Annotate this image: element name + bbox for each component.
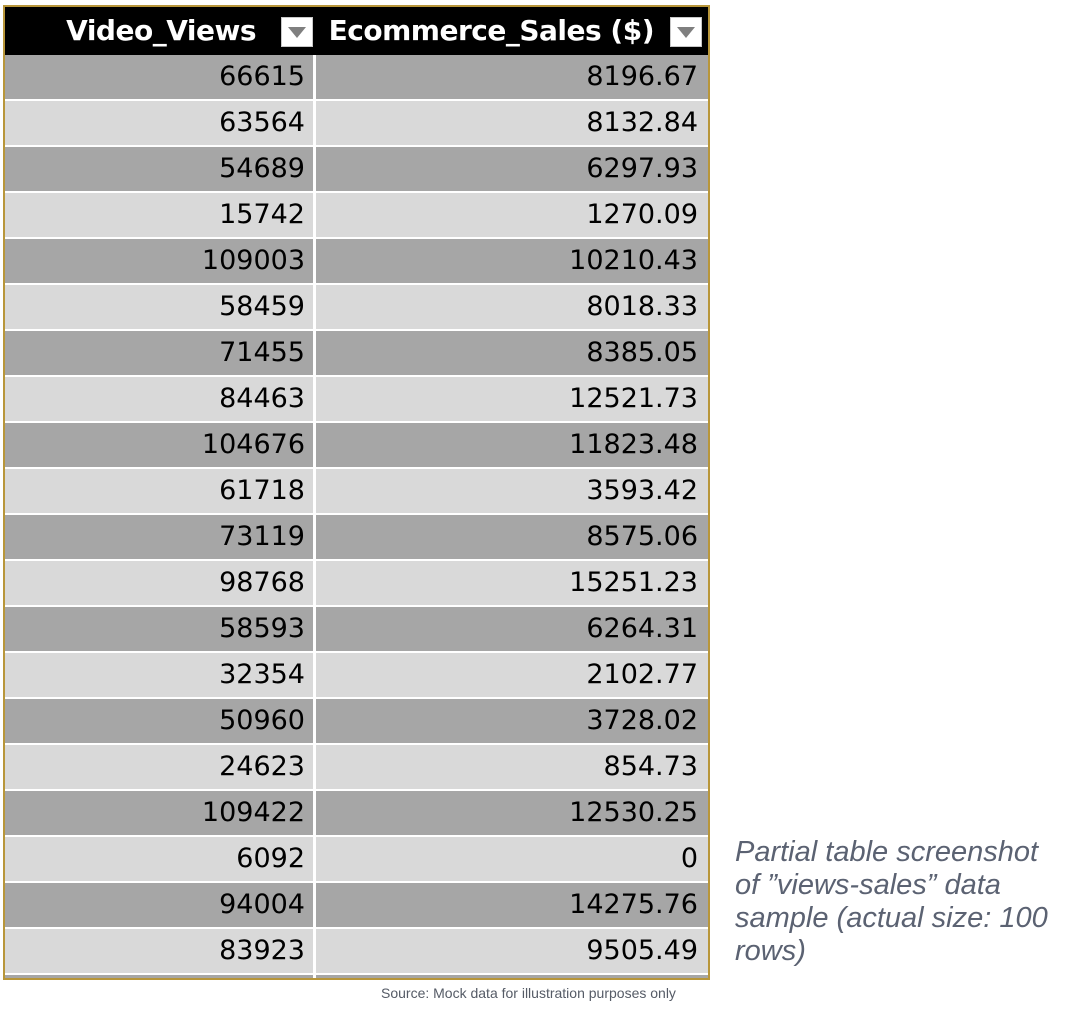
cell-video-views[interactable]: 94004 [5,883,316,927]
cell-ecommerce-sales[interactable]: 10210.43 [316,239,708,283]
cell-partial [5,975,316,978]
cell-ecommerce-sales[interactable]: 11823.48 [316,423,708,467]
dropdown-arrow-icon [288,27,306,38]
table-row[interactable]: 6092 0 [5,837,708,883]
cell-ecommerce-sales[interactable]: 8385.05 [316,331,708,375]
cell-video-views[interactable]: 15742 [5,193,316,237]
cell-ecommerce-sales[interactable]: 8196.67 [316,55,708,99]
table-row[interactable]: 32354 2102.77 [5,653,708,699]
cell-partial [316,975,708,978]
cell-video-views[interactable]: 109422 [5,791,316,835]
cell-ecommerce-sales[interactable]: 8018.33 [316,285,708,329]
table-row[interactable]: 71455 8385.05 [5,331,708,377]
table-row[interactable]: 58593 6264.31 [5,607,708,653]
table-row[interactable]: 15742 1270.09 [5,193,708,239]
cell-ecommerce-sales[interactable]: 2102.77 [316,653,708,697]
cell-ecommerce-sales[interactable]: 8132.84 [316,101,708,145]
table-row[interactable]: 24623 854.73 [5,745,708,791]
cell-ecommerce-sales[interactable]: 8575.06 [316,515,708,559]
cell-video-views[interactable]: 6092 [5,837,316,881]
cell-video-views[interactable]: 98768 [5,561,316,605]
cell-ecommerce-sales[interactable]: 0 [316,837,708,881]
cell-video-views[interactable]: 58459 [5,285,316,329]
cell-video-views[interactable]: 50960 [5,699,316,743]
cell-video-views[interactable]: 73119 [5,515,316,559]
column-header-video-views[interactable]: Video_Views [5,7,316,55]
cell-video-views[interactable]: 58593 [5,607,316,651]
cell-video-views[interactable]: 84463 [5,377,316,421]
cell-video-views[interactable]: 32354 [5,653,316,697]
data-table: Video_Views Ecommerce_Sales ($) 66615 819… [3,5,710,980]
cell-ecommerce-sales[interactable]: 15251.23 [316,561,708,605]
cell-ecommerce-sales[interactable]: 12530.25 [316,791,708,835]
cell-video-views[interactable]: 24623 [5,745,316,789]
table-row[interactable]: 109003 10210.43 [5,239,708,285]
cell-ecommerce-sales[interactable]: 1270.09 [316,193,708,237]
cell-video-views[interactable]: 61718 [5,469,316,513]
cell-ecommerce-sales[interactable]: 854.73 [316,745,708,789]
cell-ecommerce-sales[interactable]: 14275.76 [316,883,708,927]
cell-ecommerce-sales[interactable]: 12521.73 [316,377,708,421]
filter-dropdown-button[interactable] [670,17,702,47]
cell-video-views[interactable]: 54689 [5,147,316,191]
table-body: 66615 8196.67 63564 8132.84 54689 6297.93 1574… [5,55,708,978]
cell-ecommerce-sales[interactable]: 3593.42 [316,469,708,513]
table-row[interactable]: 94004 14275.76 [5,883,708,929]
filter-dropdown-button[interactable] [281,17,313,47]
cell-video-views[interactable]: 104676 [5,423,316,467]
cell-video-views[interactable]: 63564 [5,101,316,145]
table-row[interactable]: 50960 3728.02 [5,699,708,745]
table-row[interactable]: 73119 8575.06 [5,515,708,561]
table-row[interactable]: 98768 15251.23 [5,561,708,607]
cell-video-views[interactable]: 83923 [5,929,316,973]
table-row[interactable]: 104676 11823.48 [5,423,708,469]
source-note: Source: Mock data for illustration purpo… [381,985,676,1001]
table-row[interactable]: 54689 6297.93 [5,147,708,193]
table-header-row: Video_Views Ecommerce_Sales ($) [5,7,708,55]
cell-ecommerce-sales[interactable]: 6297.93 [316,147,708,191]
cell-ecommerce-sales[interactable]: 6264.31 [316,607,708,651]
dropdown-arrow-icon [677,27,695,38]
column-header-ecommerce-sales[interactable]: Ecommerce_Sales ($) [316,7,708,55]
table-row[interactable]: 61718 3593.42 [5,469,708,515]
table-row[interactable]: 83923 9505.49 [5,929,708,975]
column-header-label: Ecommerce_Sales ($) [328,14,655,47]
table-row-partial [5,975,708,978]
cell-ecommerce-sales[interactable]: 9505.49 [316,929,708,973]
table-caption: Partial table screenshot of ”views-sales… [735,836,1048,967]
table-row[interactable]: 109422 12530.25 [5,791,708,837]
table-row[interactable]: 84463 12521.73 [5,377,708,423]
table-row[interactable]: 58459 8018.33 [5,285,708,331]
table-row[interactable]: 63564 8132.84 [5,101,708,147]
table-row[interactable]: 66615 8196.67 [5,55,708,101]
cell-video-views[interactable]: 71455 [5,331,316,375]
cell-ecommerce-sales[interactable]: 3728.02 [316,699,708,743]
column-header-label: Video_Views [66,14,256,47]
cell-video-views[interactable]: 109003 [5,239,316,283]
cell-video-views[interactable]: 66615 [5,55,316,99]
